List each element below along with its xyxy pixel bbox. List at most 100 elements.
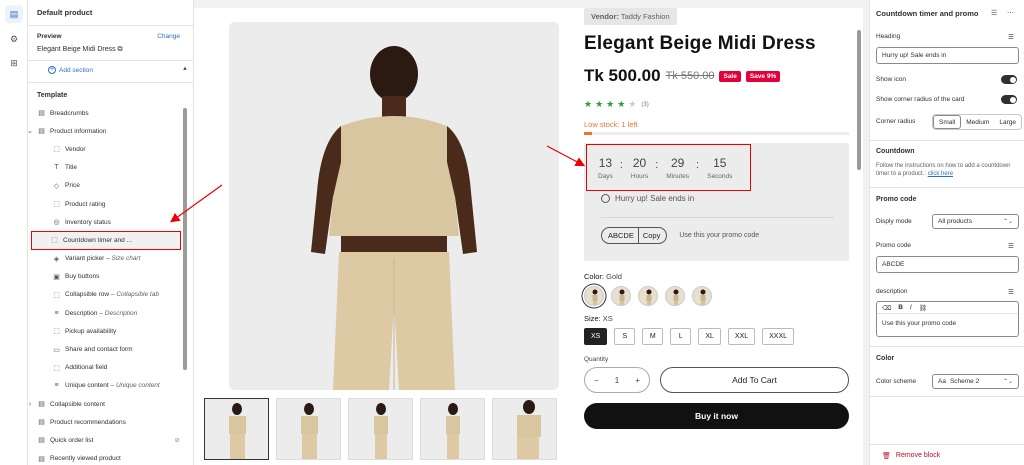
change-preview-link[interactable]: Change — [157, 33, 180, 40]
sidebar-item[interactable]: ▤ Breadcrumbs — [28, 104, 193, 122]
click-here-link[interactable]: click here — [928, 171, 953, 177]
sidebar-item-label: Collapsible content — [50, 400, 105, 408]
description-text[interactable]: Use this your promo code — [877, 314, 1018, 333]
sidebar-item[interactable]: T Title — [28, 159, 193, 177]
sidebar-item[interactable]: ≡ Description – Description — [28, 304, 193, 322]
product-main-image[interactable] — [229, 22, 559, 390]
sidebar-item[interactable]: ⬚ Collapsible row – Collapsible tab — [28, 286, 193, 304]
more-icon[interactable]: ⋯ — [1007, 9, 1014, 17]
external-link-icon[interactable]: ⧉ — [118, 46, 123, 53]
sidebar-scrollbar[interactable] — [183, 108, 187, 370]
quantity-stepper[interactable]: − 1 + — [584, 367, 650, 393]
star-icon: ★ — [606, 99, 615, 109]
sidebar-item[interactable]: ▤ Product recommendations — [28, 413, 193, 431]
thumbnail[interactable] — [420, 398, 485, 460]
size-option[interactable]: XXXL — [762, 328, 795, 345]
apps-icon[interactable]: ⊞ — [5, 54, 23, 72]
block-icon: ≡ — [54, 309, 59, 317]
sidebar-item[interactable]: ▤ Recently viewed product — [28, 450, 193, 465]
sections-icon[interactable]: ▤ — [5, 5, 23, 23]
thumbnail[interactable] — [348, 398, 413, 460]
heading-input[interactable]: Hurry up! Sale ends in — [876, 47, 1019, 64]
italic-icon[interactable]: I — [910, 304, 912, 311]
color-swatch[interactable] — [611, 286, 631, 306]
display-mode-label: Disply mode — [876, 218, 912, 225]
vendor-name: Taddy Fashion — [620, 12, 670, 21]
block-icon: ▤ — [38, 128, 45, 136]
sidebar-item[interactable]: ◇ Price — [28, 177, 193, 195]
thumbnail[interactable] — [276, 398, 341, 460]
color-swatch[interactable] — [692, 286, 712, 306]
sidebar-item[interactable]: ⌄ ▤ Product information — [28, 122, 193, 140]
buy-now-button[interactable]: Buy it now — [584, 403, 849, 429]
expand-caret-icon[interactable]: ⌄ — [28, 127, 33, 135]
dynamic-source-icon[interactable]: ☰ — [1008, 242, 1014, 250]
block-icon: ▤ — [38, 437, 45, 445]
size-option[interactable]: XS — [584, 328, 608, 345]
color-swatch[interactable] — [665, 286, 685, 306]
add-circle-icon: + — [48, 66, 56, 74]
scroll-up-icon[interactable]: ▲ — [182, 66, 188, 72]
radius-option[interactable]: Large — [994, 115, 1021, 129]
show-icon-toggle[interactable] — [1001, 75, 1017, 84]
database-icon[interactable]: ☰ — [991, 9, 997, 17]
display-mode-select[interactable]: All products ⌃⌄ — [932, 214, 1019, 229]
thumbnail[interactable] — [492, 398, 557, 460]
sidebar-item[interactable]: ⬚ Vendor — [28, 140, 193, 158]
promo-code-input[interactable]: ABCDE — [876, 256, 1019, 273]
radius-option[interactable]: Small — [933, 115, 962, 129]
link-icon[interactable]: ⛓ — [919, 304, 927, 312]
color-swatch[interactable] — [584, 286, 604, 306]
size-option[interactable]: XXL — [727, 328, 756, 345]
remove-block-button[interactable]: 🗑 Remove block — [882, 452, 940, 460]
color-scheme-select[interactable]: Aa Scheme 2 ⌃⌄ — [932, 374, 1019, 389]
timer-unit: 13 Days — [598, 156, 613, 180]
size-option[interactable]: XL — [698, 328, 721, 345]
bold-icon[interactable]: B — [898, 304, 903, 311]
size-option[interactable]: M — [642, 328, 664, 345]
sidebar-item[interactable]: ▭ Share and contact form — [28, 340, 193, 358]
timer-value: 15 — [713, 156, 727, 170]
sidebar-item[interactable]: ◈ Variant picker – Size chart — [28, 250, 193, 268]
sidebar-item[interactable]: ≡ Unique content – Unique content — [28, 377, 193, 395]
plus-button[interactable]: + — [635, 376, 640, 385]
block-icon: ▤ — [38, 455, 45, 463]
expand-caret-icon[interactable]: › — [28, 401, 33, 408]
sidebar-item[interactable]: ⬚ Pickup availability — [28, 322, 193, 340]
clear-format-icon[interactable]: ⌫ — [882, 304, 891, 312]
preview-product[interactable]: Elegant Beige Midi Dress ⧉ — [37, 46, 123, 54]
sidebar-item[interactable]: ◎ Inventory status — [28, 213, 193, 231]
show-corner-toggle[interactable] — [1001, 95, 1017, 104]
sidebar-item[interactable]: ⬚ Additional field — [28, 359, 193, 377]
sidebar-item-label: Title — [65, 164, 78, 172]
add-to-cart-button[interactable]: Add To Cart — [660, 367, 849, 393]
sidebar-item[interactable]: ▤ Quick order list ⊘ — [28, 431, 193, 449]
radius-option[interactable]: Medium — [961, 115, 994, 129]
vendor-tag: Vendor: Taddy Fashion — [584, 8, 677, 25]
sidebar-item[interactable]: ⬚ Countdown timer and ... — [31, 231, 181, 250]
thumbnail[interactable] — [204, 398, 269, 460]
description-editor[interactable]: ⌫ B I ⛓ Use this your promo code — [876, 301, 1019, 337]
preview-scrollbar[interactable] — [857, 30, 861, 170]
quantity-value[interactable]: 1 — [615, 376, 619, 385]
sidebar-item[interactable]: › ▤ Collapsible content — [28, 395, 193, 413]
size-value: XS — [602, 314, 613, 323]
block-icon: ⬚ — [53, 364, 60, 372]
add-section-button-top[interactable]: + Add section — [48, 66, 93, 74]
scheme-icon: Aa — [938, 378, 946, 385]
size-option[interactable]: L — [670, 328, 692, 345]
sidebar-item-label: Breadcrumbs — [50, 109, 89, 117]
sidebar-item[interactable]: ▣ Buy buttons — [28, 268, 193, 286]
size-option[interactable]: S — [614, 328, 636, 345]
dynamic-source-icon[interactable]: ☰ — [1008, 288, 1014, 296]
hidden-eye-icon[interactable]: ⊘ — [175, 436, 180, 444]
color-swatch[interactable] — [638, 286, 658, 306]
copy-button[interactable]: Copy — [643, 231, 661, 240]
divider — [870, 444, 1024, 445]
settings-icon[interactable]: ⚙ — [5, 30, 23, 48]
sidebar-item[interactable]: ⬚ Product rating — [28, 195, 193, 213]
minus-button[interactable]: − — [594, 376, 599, 385]
promo-section-title: Promo code — [876, 196, 917, 203]
dynamic-source-icon[interactable]: ☰ — [1008, 33, 1014, 41]
block-icon: ◎ — [53, 219, 60, 227]
